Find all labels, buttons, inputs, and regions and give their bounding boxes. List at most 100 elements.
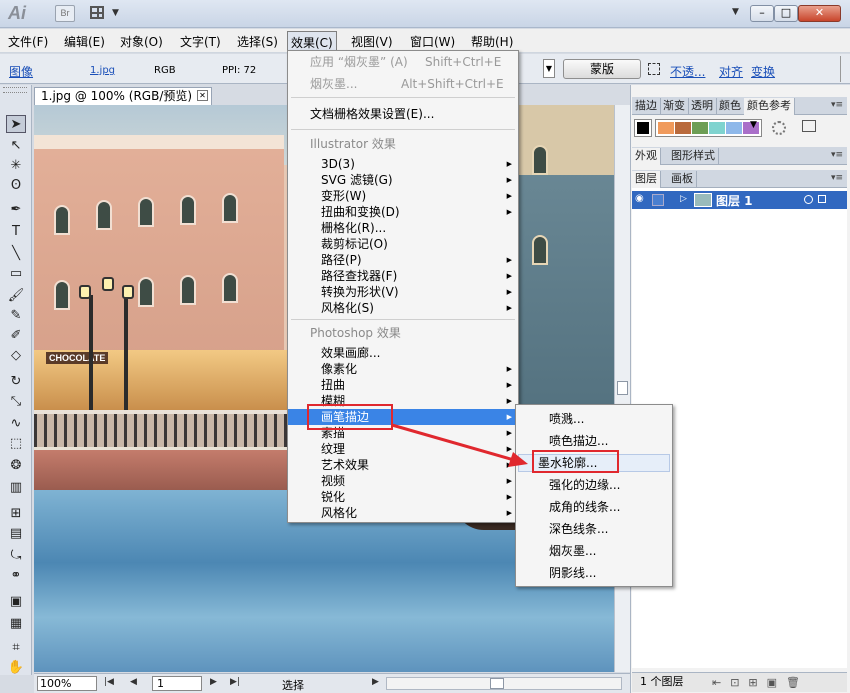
embed-dropdown[interactable]: ▼ <box>543 59 555 78</box>
expand-triangle-icon[interactable]: ▷ <box>680 194 687 204</box>
opacity-link[interactable]: 不透... <box>670 63 705 80</box>
panel-menu-icon[interactable]: ▾≡ <box>831 173 843 183</box>
layer-name[interactable]: 图层 1 <box>716 192 753 209</box>
file-link[interactable]: 1.jpg <box>90 65 115 76</box>
menu-path[interactable]: 路径(P) ▶ <box>288 252 518 268</box>
blob-brush-icon[interactable]: ✐ <box>6 327 26 345</box>
lock-toggle-icon[interactable] <box>652 194 664 206</box>
selection-tool-icon[interactable]: ➤ <box>6 115 26 133</box>
submenu-spatter[interactable]: 喷溅... <box>516 411 672 427</box>
zoom-field[interactable]: 100% <box>37 676 97 691</box>
type-tool-icon[interactable]: T <box>6 223 26 241</box>
column-graph-icon[interactable]: ▥ <box>6 479 26 497</box>
bridge-button[interactable]: Br <box>55 5 75 22</box>
tab-stroke[interactable]: 描边 <box>632 98 661 115</box>
menu-svg-filters[interactable]: SVG 滤镜(G) ▶ <box>288 172 518 188</box>
horizontal-scroll-thumb[interactable] <box>490 678 504 689</box>
menu-window[interactable]: 窗口(W) <box>408 33 457 50</box>
pen-tool-icon[interactable]: ✒ <box>6 201 26 219</box>
harmony-swatch[interactable] <box>726 122 742 134</box>
tab-appearance[interactable]: 外观 <box>632 148 661 165</box>
menu-document-raster-settings[interactable]: 文档栅格效果设置(E)... <box>288 106 518 122</box>
next-page-icon[interactable]: ▶ <box>210 677 217 687</box>
prev-page-icon[interactable]: ◀ <box>130 677 137 687</box>
eraser-tool-icon[interactable]: ◇ <box>6 347 26 365</box>
lasso-tool-icon[interactable]: ʘ <box>6 177 26 195</box>
menu-3d[interactable]: 3D(3) ▶ <box>288 156 518 172</box>
menu-help[interactable]: 帮助(H) <box>469 33 515 50</box>
submenu-crosshatch[interactable]: 阴影线... <box>516 565 672 581</box>
harmony-dropdown-icon[interactable]: ▼ <box>750 120 757 130</box>
align-link[interactable]: 对齐 <box>719 63 743 80</box>
target-circle-icon[interactable] <box>804 195 813 204</box>
tab-graphic-styles[interactable]: 图形样式 <box>668 148 719 165</box>
first-page-icon[interactable]: |◀ <box>104 677 114 687</box>
menu-object[interactable]: 对象(O) <box>118 33 165 50</box>
warp-tool-icon[interactable]: ∿ <box>6 415 26 433</box>
slice-tool-icon[interactable]: ⌗ <box>6 639 26 657</box>
tab-color-guide[interactable]: 颜色参考 <box>744 98 795 115</box>
pencil-tool-icon[interactable]: ✎ <box>6 307 26 325</box>
submenu-angled-strokes[interactable]: 成角的线条... <box>516 499 672 515</box>
rectangle-tool-icon[interactable]: ▭ <box>6 265 26 283</box>
mask-button[interactable]: 蒙版 <box>563 59 641 79</box>
submenu-sumi-e[interactable]: 烟灰墨... <box>516 543 672 559</box>
menu-apply-last-effect[interactable]: 应用 “烟灰墨” (A) Shift+Ctrl+E <box>288 54 518 70</box>
tab-gradient[interactable]: 渐变 <box>660 98 689 115</box>
paintbrush-tool-icon[interactable]: 🖌 <box>6 287 26 305</box>
menu-artistic[interactable]: 艺术效果 ▶ <box>288 457 518 473</box>
live-paint-icon[interactable]: ▣ <box>6 593 26 611</box>
menu-texture[interactable]: 纹理 ▶ <box>288 441 518 457</box>
menu-convert-to-shape[interactable]: 转换为形状(V) ▶ <box>288 284 518 300</box>
tab-artboards[interactable]: 画板 <box>668 171 697 188</box>
mesh-tool-icon[interactable]: ⊞ <box>6 505 26 523</box>
color-wheel-icon[interactable] <box>772 121 786 135</box>
magic-wand-icon[interactable]: ✳ <box>6 157 26 175</box>
close-tab-icon[interactable]: ✕ <box>197 90 208 101</box>
menu-type[interactable]: 文字(T) <box>178 33 223 50</box>
menu-pixelate[interactable]: 像素化 ▶ <box>288 361 518 377</box>
menu-video[interactable]: 视频 ▶ <box>288 473 518 489</box>
symbol-sprayer-icon[interactable]: ❂ <box>6 457 26 475</box>
hand-tool-icon[interactable]: ✋ <box>6 659 26 677</box>
arrange-documents-button[interactable]: ▼ <box>90 5 122 22</box>
base-color-swatch[interactable] <box>634 119 652 137</box>
submenu-sprayed-strokes[interactable]: 喷色描边... <box>516 433 672 449</box>
panel-grip[interactable] <box>3 87 27 93</box>
artboard-tool-icon[interactable]: ▦ <box>6 615 26 633</box>
vertical-scroll-thumb[interactable] <box>617 381 628 395</box>
document-tab[interactable]: 1.jpg @ 100% (RGB/预览) ✕ <box>34 87 212 105</box>
menu-distort[interactable]: 扭曲 ▶ <box>288 377 518 393</box>
menu-edit[interactable]: 编辑(E) <box>62 33 107 50</box>
menu-rasterize[interactable]: 栅格化(R)... <box>288 220 518 236</box>
harmony-swatch[interactable] <box>675 122 691 134</box>
submenu-dark-strokes[interactable]: 深色线条... <box>516 521 672 537</box>
image-label[interactable]: 图像 <box>9 63 33 80</box>
menu-crop-marks[interactable]: 裁剪标记(O) <box>288 236 518 252</box>
harmony-swatch[interactable] <box>658 122 674 134</box>
workspace-chevron-icon[interactable]: ▼ <box>732 7 739 17</box>
gradient-tool-icon[interactable]: ▤ <box>6 525 26 543</box>
eyedropper-tool-icon[interactable]: ⤿ <box>6 547 26 565</box>
harmony-swatch[interactable] <box>692 122 708 134</box>
last-page-icon[interactable]: ▶| <box>230 677 240 687</box>
status-menu-icon[interactable]: ▶ <box>372 677 379 687</box>
line-tool-icon[interactable]: ╲ <box>6 245 26 263</box>
scale-tool-icon[interactable]: ⤡ <box>6 393 26 411</box>
minimize-button[interactable]: – <box>750 5 774 22</box>
panel-menu-icon[interactable]: ▾≡ <box>831 150 843 160</box>
visibility-eye-icon[interactable]: ◉ <box>635 193 644 204</box>
harmony-swatch[interactable] <box>709 122 725 134</box>
crop-selection-icon[interactable] <box>648 63 660 75</box>
horizontal-scrollbar[interactable] <box>386 677 622 690</box>
menu-pathfinder[interactable]: 路径查找器(F) ▶ <box>288 268 518 284</box>
direct-selection-tool-icon[interactable]: ↖ <box>6 137 26 155</box>
menu-file[interactable]: 文件(F) <box>6 33 50 50</box>
menu-warp[interactable]: 变形(W) ▶ <box>288 188 518 204</box>
menu-stylize-photoshop[interactable]: 风格化 ▶ <box>288 505 518 521</box>
submenu-accented-edges[interactable]: 强化的边缘... <box>516 477 672 493</box>
close-button[interactable]: ✕ <box>798 5 841 22</box>
menu-select[interactable]: 选择(S) <box>235 33 280 50</box>
tab-color[interactable]: 颜色 <box>716 98 745 115</box>
menu-distort-transform[interactable]: 扭曲和变换(D) ▶ <box>288 204 518 220</box>
